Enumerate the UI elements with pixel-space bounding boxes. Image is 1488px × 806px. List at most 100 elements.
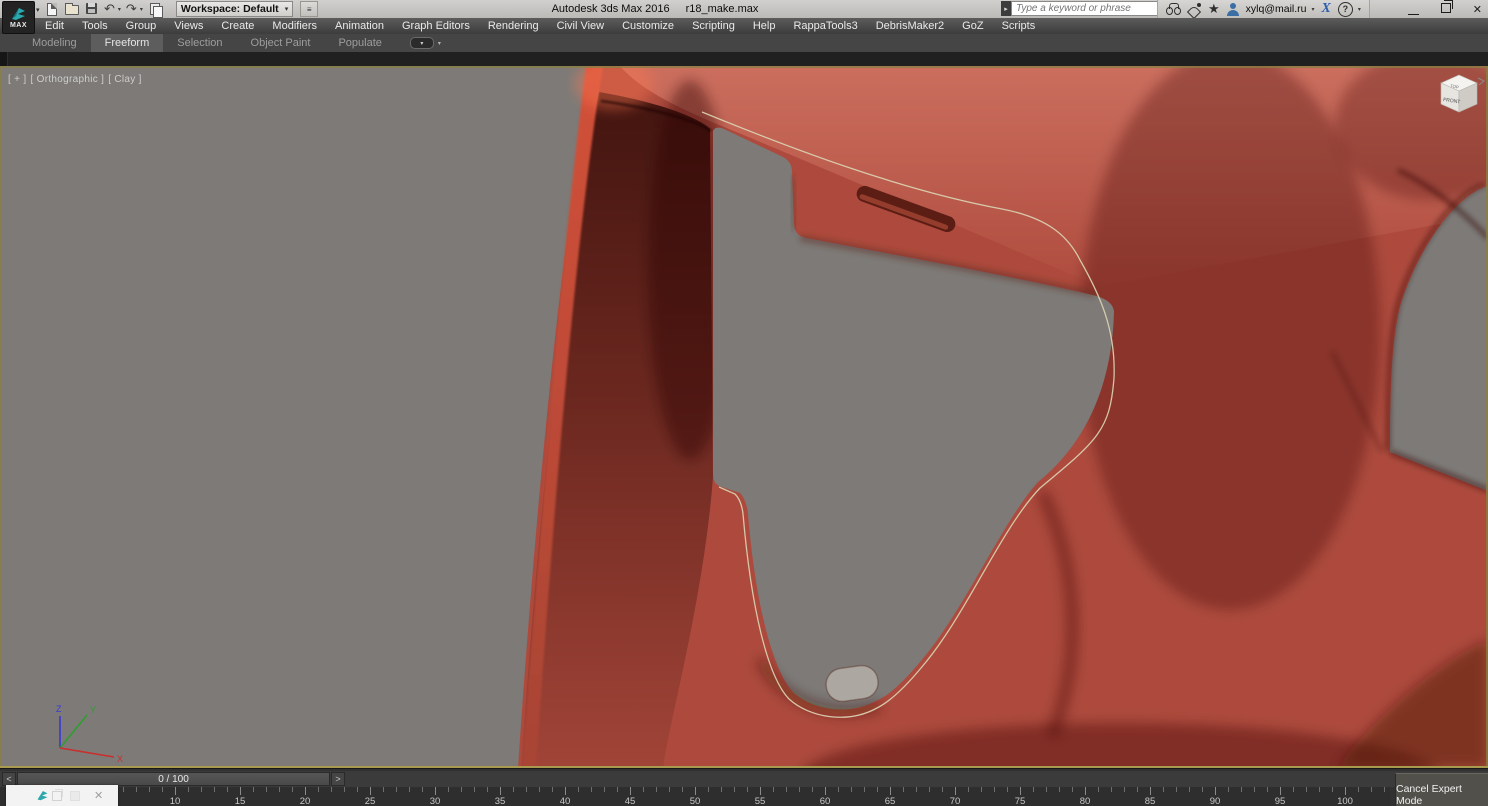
user-icon[interactable] (1226, 2, 1239, 16)
menu-item-scripts[interactable]: Scripts (993, 18, 1045, 34)
ribbon-tab-modeling[interactable]: Modeling (18, 34, 91, 52)
menu-item-scripting[interactable]: Scripting (683, 18, 744, 34)
track-bar[interactable]: 10 15 20 25 30 35 40 45 50 55 60 65 70 75 80 85 90 95 100 (0, 787, 1390, 806)
ruler-label: 45 (624, 796, 636, 806)
search-expander-icon[interactable]: ▸ (1001, 1, 1011, 16)
time-slider[interactable]: 0 / 100 (17, 772, 330, 786)
new-file-button[interactable] (44, 2, 59, 16)
restore-button[interactable] (1440, 0, 1453, 16)
title-bar: Autodesk 3ds Max 2016 r18_make.max ↶ ▾ ↷… (0, 0, 1488, 19)
bottom-bar: < 0 / 100 > 10 15 20 25 30 35 40 45 50 55 60 65 70 75… (0, 768, 1488, 806)
viewport-menu-general[interactable]: [ + ] (8, 74, 26, 85)
menu-item-rappatools3[interactable]: RappaTools3 (784, 18, 866, 34)
infocenter-bar: ★ xylq@mail.ru ▾ X ? ▾ (1157, 0, 1370, 19)
popup-close-button[interactable]: ✕ (94, 789, 103, 802)
communication-center-icon[interactable] (1188, 3, 1201, 15)
menu-item-graph-editors[interactable]: Graph Editors (393, 18, 479, 34)
viewport-menu-pov[interactable]: [ Orthographic ] (30, 74, 104, 85)
viewport-canvas[interactable]: TOP FRONT Z Y X (0, 50, 1488, 806)
menu-item-tools[interactable]: Tools (73, 18, 117, 34)
undo-dropdown-caret[interactable]: ▾ (118, 6, 121, 13)
menu-item-group[interactable]: Group (117, 18, 166, 34)
search-icon[interactable] (1166, 3, 1181, 15)
favorites-icon[interactable]: ★ (1208, 2, 1220, 15)
ruler-label: 15 (234, 796, 246, 806)
minimize-ribbon-button[interactable]: ▾ (409, 37, 434, 49)
ruler-tick (487, 787, 488, 792)
panel-grip[interactable] (0, 52, 8, 66)
ruler-label: 90 (1209, 796, 1221, 806)
menu-item-help[interactable]: Help (744, 18, 785, 34)
ruler-tick (838, 787, 839, 792)
menu-item-edit[interactable]: Edit (36, 18, 73, 34)
close-button[interactable]: ✕ (1473, 3, 1482, 16)
ruler-tick (591, 787, 592, 792)
ruler-tick (552, 787, 553, 792)
ruler-tick (916, 787, 917, 792)
ruler-label: 70 (949, 796, 961, 806)
ruler-tick (1332, 787, 1333, 792)
ruler-tick (266, 787, 267, 792)
help-caret-icon[interactable]: ▾ (1358, 6, 1361, 13)
menu-item-debrismaker2[interactable]: DebrisMaker2 (867, 18, 953, 34)
ruler-tick (409, 787, 410, 792)
redo-button[interactable]: ↷ (126, 2, 137, 16)
ribbon-options-caret-icon[interactable]: ▾ (438, 40, 441, 47)
help-icon[interactable]: ? (1337, 1, 1353, 17)
menu-item-customize[interactable]: Customize (613, 18, 683, 34)
quick-access-more-button[interactable]: ≡ (300, 1, 319, 17)
account-caret-icon[interactable]: ▾ (1312, 6, 1315, 13)
ruler-tick (1046, 787, 1047, 792)
quick-access-toolbar: ↶ ▾ ↷ ▾ Workspace: Default ▾ ≡ (44, 1, 319, 18)
menu-item-civil-view[interactable]: Civil View (548, 18, 613, 34)
ribbon-tab-selection[interactable]: Selection (163, 34, 236, 52)
ruler-tick (435, 787, 436, 795)
ruler-tick (1254, 787, 1255, 792)
ruler-tick (526, 787, 527, 792)
ruler-tick (175, 787, 176, 795)
redo-dropdown-caret[interactable]: ▾ (140, 6, 143, 13)
next-frame-button[interactable]: > (331, 772, 345, 786)
ruler-tick (1345, 787, 1346, 795)
ribbon-gap (0, 52, 1488, 66)
ribbon-tab-populate[interactable]: Populate (324, 34, 395, 52)
menu-item-rendering[interactable]: Rendering (479, 18, 548, 34)
search-input[interactable] (1011, 1, 1159, 16)
ribbon-tab-bar: Modeling Freeform Selection Object Paint Pop… (0, 34, 1488, 52)
save-button[interactable] (84, 2, 99, 16)
ruler-label: 65 (884, 796, 896, 806)
ruler-tick (305, 787, 306, 795)
exchange-apps-icon[interactable]: X (1322, 1, 1331, 17)
workspace-dropdown[interactable]: Workspace: Default ▾ (175, 1, 294, 17)
ruler-tick (1241, 787, 1242, 792)
account-email[interactable]: xylq@mail.ru (1246, 3, 1307, 15)
menu-item-modifiers[interactable]: Modifiers (263, 18, 326, 34)
viewport-menu-shading[interactable]: [ Clay ] (108, 74, 142, 85)
ribbon-tab-freeform[interactable]: Freeform (90, 34, 164, 52)
cancel-expert-mode-button[interactable]: Cancel Expert Mode (1395, 773, 1488, 806)
ruler-tick (968, 787, 969, 792)
axis-z-label: Z (56, 704, 62, 714)
minimize-button[interactable] (1407, 3, 1419, 15)
open-file-button[interactable] (64, 2, 79, 16)
ruler-tick (604, 787, 605, 792)
application-menu-button[interactable]: MAX (2, 1, 35, 34)
menu-item-goz[interactable]: GoZ (953, 18, 992, 34)
menu-item-views[interactable]: Views (165, 18, 212, 34)
ruler-tick (383, 787, 384, 792)
previous-frame-button[interactable]: < (2, 772, 16, 786)
ruler-tick (1137, 787, 1138, 792)
menu-item-animation[interactable]: Animation (326, 18, 393, 34)
workspace-label: Workspace: Default (180, 3, 279, 15)
3dsmax-window: Autodesk 3ds Max 2016 r18_make.max ↶ ▾ ↷… (0, 0, 1488, 806)
project-folder-button[interactable] (148, 2, 163, 18)
ruler-label: 20 (299, 796, 311, 806)
popup-restore-icon (52, 788, 63, 801)
ribbon-tab-object-paint[interactable]: Object Paint (237, 34, 325, 52)
ruler-tick (1059, 787, 1060, 792)
ruler-tick (240, 787, 241, 795)
undo-button[interactable]: ↶ (104, 2, 115, 16)
ruler-tick (1020, 787, 1021, 795)
menu-item-create[interactable]: Create (212, 18, 263, 34)
ruler-tick (1033, 787, 1034, 792)
